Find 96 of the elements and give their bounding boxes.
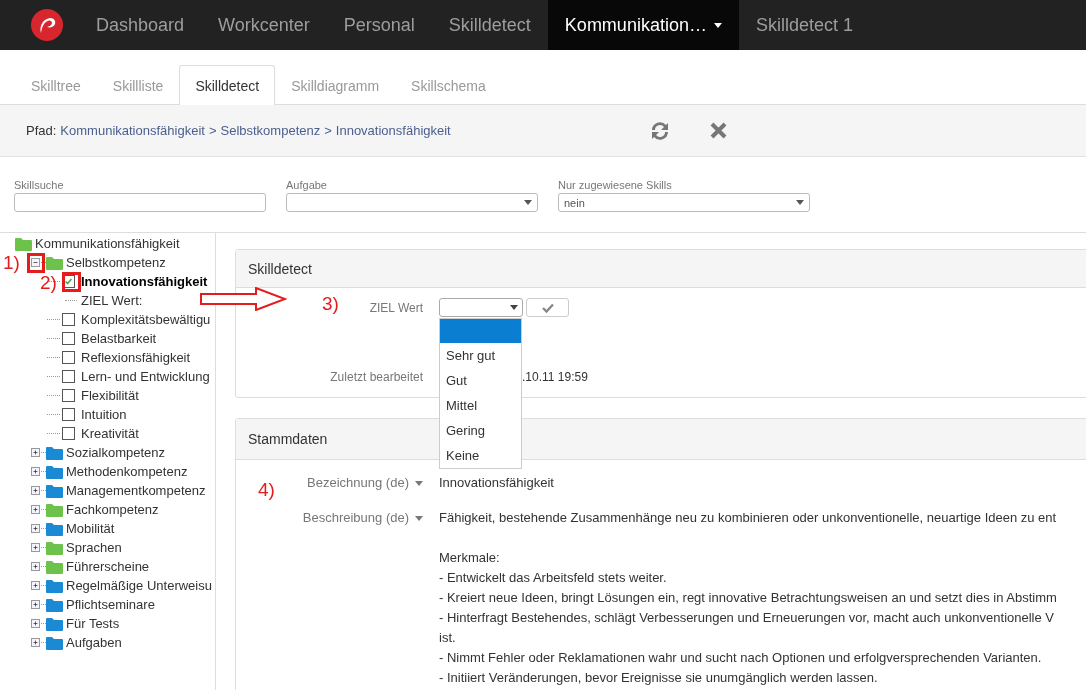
nav-item[interactable]: Kommunikation…: [547, 0, 739, 50]
close-icon[interactable]: [710, 122, 727, 139]
checkbox[interactable]: [62, 389, 75, 402]
checkbox[interactable]: [62, 332, 75, 345]
field-value: .10.11 19:59: [522, 370, 588, 384]
expand-icon[interactable]: [31, 619, 40, 628]
tree-item[interactable]: Für Tests: [66, 616, 120, 631]
tree-item[interactable]: Selbstkompetenz: [66, 255, 166, 270]
annotation-marker: 3): [322, 294, 339, 314]
nav-item[interactable]: Skilldetect: [431, 0, 548, 50]
tree-item[interactable]: Methodenkompetenz: [66, 464, 188, 479]
checkbox[interactable]: [62, 351, 75, 364]
expand-icon[interactable]: [31, 467, 40, 476]
field-value: - Entwickelt das Arbeitsfeld stets weiter.: [439, 569, 668, 587]
expand-icon[interactable]: [31, 486, 40, 495]
field-value: - Nimmt Fehler oder Reklamationen wahr und sucht nach Optionen und erfolgversprechenden Varianten.: [439, 649, 1043, 667]
dropdown-field[interactable]: [286, 193, 538, 212]
field-value: ist.: [439, 629, 457, 647]
breadcrumb-separator: >: [208, 123, 217, 138]
expand-icon[interactable]: [31, 562, 40, 571]
checkbox[interactable]: [62, 408, 75, 421]
caret-icon: [415, 480, 423, 486]
tree-item[interactable]: Kommunikationsfähigkeit: [35, 236, 180, 251]
caret-icon: [796, 200, 804, 205]
dropdown-option[interactable]: Mittel: [440, 393, 521, 418]
field-label: Nur zugewiesene Skills: [558, 179, 673, 191]
panel-title: Skilldetect: [236, 250, 1086, 288]
field-value: - Initiiert Veränderungen, bevor Ereignisse sie unumgänglich werden lassen.: [439, 669, 879, 687]
expand-icon[interactable]: [31, 600, 40, 609]
dropdown-field[interactable]: nein: [558, 193, 810, 212]
tree-item: ZIEL Wert:: [81, 293, 143, 308]
dropdown-field[interactable]: [439, 298, 523, 317]
annotation-marker: 4): [258, 480, 275, 500]
field-label: ZIEL Wert: [369, 300, 423, 315]
tab[interactable]: Skilldetect: [179, 65, 276, 105]
tree-item[interactable]: Fachkompetenz: [66, 502, 159, 517]
tree-item[interactable]: Regelmäßige Unterweisu: [66, 578, 212, 593]
annotation-marker: 2): [40, 273, 57, 293]
tree-item[interactable]: Intuition: [81, 407, 127, 422]
expand-icon[interactable]: [31, 638, 40, 647]
dropdown-option[interactable]: Keine: [440, 443, 521, 468]
field-value: Merkmale:: [439, 549, 501, 567]
checkbox[interactable]: [62, 427, 75, 440]
caret-icon: [524, 200, 532, 205]
field-value: Fähigkeit, bestehende Zusammenhänge neu zu kombinieren oder unkonventionelle, neuartige Ideen zu ent: [439, 509, 1057, 527]
tree-item[interactable]: Führerscheine: [66, 559, 150, 574]
breadcrumb-separator: >: [324, 123, 332, 138]
expand-icon[interactable]: [31, 505, 40, 514]
breadcrumb-link[interactable]: Innovationsfähigkeit: [335, 123, 451, 138]
logo-icon[interactable]: [31, 9, 63, 41]
checkbox[interactable]: [62, 313, 75, 326]
expand-icon[interactable]: [31, 581, 40, 590]
field-label: Zuletzt bearbeitet: [330, 370, 423, 384]
dropdown-option[interactable]: Gering: [440, 418, 521, 443]
field-value: Innovationsfähigkeit: [439, 474, 554, 492]
tree-item[interactable]: Pflichtseminare: [66, 597, 155, 612]
tree-item[interactable]: Innovationsfähigkeit: [81, 274, 208, 289]
dropdown-option[interactable]: Gut: [440, 368, 521, 393]
tree-item[interactable]: Sprachen: [66, 540, 122, 555]
breadcrumb-link[interactable]: Selbstkompetenz: [220, 123, 321, 138]
refresh-icon[interactable]: [649, 120, 671, 141]
nav-item[interactable]: Dashboard: [79, 0, 202, 50]
tree-item[interactable]: Flexibilität: [81, 388, 139, 403]
tree-item[interactable]: Kreativität: [81, 426, 139, 441]
dropdown-option[interactable]: Sehr gut: [440, 343, 521, 368]
collapse-icon[interactable]: [31, 258, 40, 267]
field-label: Beschreibung (de): [302, 509, 409, 527]
nav-item[interactable]: Skilldetect 1: [738, 0, 870, 50]
path-label: Pfad:: [26, 123, 57, 138]
search-field[interactable]: [14, 193, 266, 212]
checkbox[interactable]: [62, 370, 75, 383]
tree-item[interactable]: Managementkompetenz: [66, 483, 206, 498]
expand-icon[interactable]: [31, 543, 40, 552]
nav-item[interactable]: Personal: [326, 0, 432, 50]
tree-item[interactable]: Belastbarkeit: [81, 331, 157, 346]
field-label: Skillsuche: [14, 179, 65, 191]
caret-icon: [415, 515, 423, 521]
field-value: - Kreiert neue Ideen, bringt Lösungen ein, regt innovative Betrachtungsweisen an und setzt dies in Abstimm: [439, 589, 1057, 607]
field-label: Bezeichnung (de): [307, 474, 409, 492]
tree-item[interactable]: Reflexionsfähigkeit: [81, 350, 191, 365]
tree-item[interactable]: Mobilität: [66, 521, 115, 536]
tree-item[interactable]: Sozialkompetenz: [66, 445, 165, 460]
field-value: - Hinterfragt Bestehendes, schlägt Verbesserungen und Erneuerungen vor, macht auch unkonventionelle V: [439, 609, 1055, 627]
nav-item[interactable]: Workcenter: [201, 0, 327, 50]
expand-icon[interactable]: [31, 448, 40, 457]
check-icon: [541, 302, 554, 313]
breadcrumb-link[interactable]: Kommunikationsfähigkeit: [60, 123, 205, 138]
field-label: Aufgabe: [286, 179, 328, 191]
caret-icon: [713, 22, 722, 28]
tree-item[interactable]: Aufgaben: [66, 635, 122, 650]
tree-item[interactable]: Komplexitätsbewältigu: [81, 312, 211, 327]
annotation-marker: 1): [3, 253, 20, 273]
confirm-button[interactable]: [526, 298, 569, 317]
expand-icon[interactable]: [31, 524, 40, 533]
tree-item[interactable]: Lern- und Entwicklung: [81, 369, 210, 384]
caret-icon: [510, 305, 518, 310]
